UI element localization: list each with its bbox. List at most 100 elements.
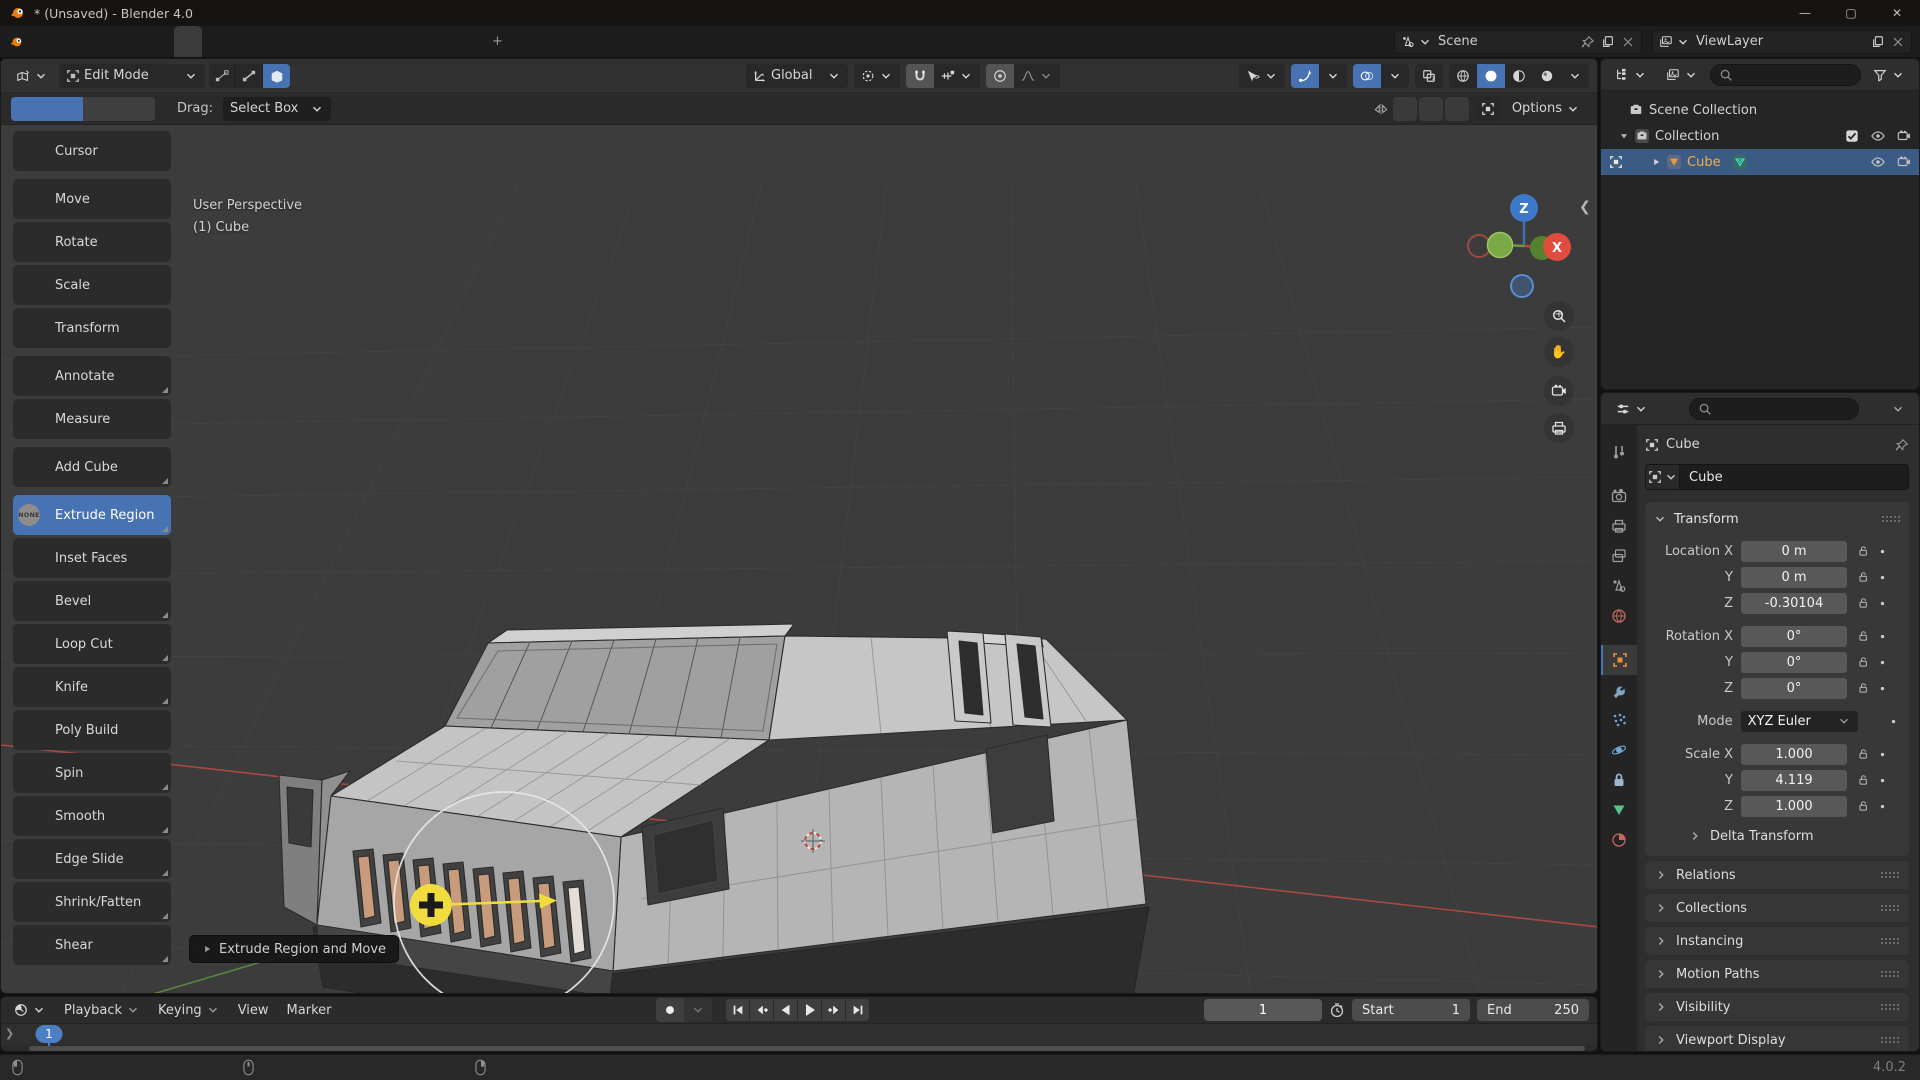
drag-grip-icon[interactable] — [1881, 514, 1901, 524]
tab-physics[interactable] — [1601, 735, 1637, 765]
jump-to-end-button[interactable] — [846, 999, 869, 1021]
navigation-gizmo[interactable]: X Z — [1453, 187, 1598, 447]
outliner-row-collection[interactable]: Collection — [1601, 123, 1919, 149]
disclosure-right-icon[interactable] — [1651, 157, 1661, 167]
remove-viewlayer-icon[interactable] — [1891, 35, 1905, 49]
mirror-axis-toggle[interactable] — [1419, 97, 1443, 121]
show-object-types-dropdown[interactable] — [1239, 64, 1285, 88]
eye-icon[interactable] — [1871, 155, 1885, 169]
eye-icon[interactable] — [1871, 129, 1885, 143]
value-field[interactable]: 4.119 — [1741, 770, 1847, 791]
operator-panel[interactable]: Extrude Region and Move — [189, 935, 399, 963]
tool-button[interactable]: Move — [13, 179, 171, 219]
tab-render[interactable] — [1601, 481, 1637, 511]
properties-section[interactable]: Collections — [1645, 894, 1909, 922]
animate-dot[interactable] — [1874, 658, 1890, 667]
tab-view-layer[interactable] — [1601, 541, 1637, 571]
tool-button[interactable]: Rotate — [13, 222, 171, 262]
outliner-display-mode-button[interactable] — [1659, 63, 1705, 87]
tool-button[interactable]: Shrink/Fatten — [13, 882, 171, 922]
value-field[interactable]: 0 m — [1741, 567, 1847, 588]
workspace-tab[interactable] — [174, 26, 202, 57]
zoom-button[interactable]: + — [1544, 301, 1574, 331]
vertex-select-button[interactable] — [209, 64, 236, 88]
viewport-menu[interactable] — [294, 64, 312, 88]
tab-object-data[interactable] — [1601, 795, 1637, 825]
shading-rendered-button[interactable] — [1533, 64, 1561, 88]
camera-icon[interactable] — [1897, 129, 1911, 143]
editor-type-button[interactable] — [9, 64, 55, 88]
snap-toggle[interactable] — [906, 64, 934, 88]
keying-dropdown[interactable] — [684, 998, 712, 1022]
lock-icon[interactable] — [1854, 800, 1872, 812]
value-field[interactable]: 0° — [1741, 626, 1847, 647]
tool-button[interactable]: Poly Build — [13, 710, 171, 750]
next-keyframe-button[interactable] — [822, 999, 845, 1021]
snap-settings-dropdown[interactable] — [934, 64, 980, 88]
tool-button[interactable]: Inset Faces — [13, 538, 171, 578]
pivot-dropdown[interactable] — [854, 64, 900, 88]
outliner-row-scene-collection[interactable]: Scene Collection — [1601, 97, 1919, 123]
mode-dropdown[interactable]: Edit Mode — [59, 64, 205, 88]
current-frame-field[interactable]: 1 — [1204, 999, 1322, 1021]
add-workspace-button[interactable]: + — [482, 34, 513, 49]
pin-icon[interactable] — [1581, 35, 1595, 49]
timeline-ruler[interactable]: 1 ❯ — [1, 1024, 1597, 1045]
scene-selector[interactable]: Scene — [1394, 30, 1642, 54]
timeline-menu[interactable]: Keying — [149, 998, 229, 1022]
animate-dot[interactable] — [1874, 776, 1890, 785]
overlays-toggle[interactable] — [1353, 64, 1381, 88]
lock-icon[interactable] — [1854, 545, 1872, 557]
tab-scene[interactable] — [1601, 571, 1637, 601]
animate-dot[interactable] — [1874, 632, 1890, 641]
lock-icon[interactable] — [1854, 656, 1872, 668]
blender-menu-icon[interactable] — [8, 35, 26, 49]
tab-world[interactable] — [1601, 601, 1637, 631]
lock-icon[interactable] — [1854, 774, 1872, 786]
jump-to-start-button[interactable] — [726, 999, 749, 1021]
timeline-menu[interactable]: Marker — [278, 998, 341, 1022]
workspace-tab[interactable] — [398, 26, 426, 57]
shading-material-button[interactable] — [1505, 64, 1533, 88]
previous-keyframe-button[interactable] — [750, 999, 773, 1021]
mirror-axis-toggle[interactable] — [1393, 97, 1417, 121]
properties-section[interactable]: Visibility — [1645, 993, 1909, 1021]
snap-extra-button[interactable] — [1474, 97, 1500, 121]
properties-section[interactable]: Instancing — [1645, 927, 1909, 955]
workspace-tab[interactable] — [426, 26, 454, 57]
play-reverse-button[interactable] — [774, 999, 797, 1021]
unlink-scene-icon[interactable] — [1621, 35, 1635, 49]
tab-object[interactable] — [1601, 645, 1637, 675]
properties-section[interactable]: Viewport Display — [1645, 1026, 1909, 1052]
viewlayer-selector[interactable]: ViewLayer — [1652, 30, 1912, 54]
tab-output[interactable] — [1601, 511, 1637, 541]
edge-select-button[interactable] — [236, 64, 263, 88]
shading-wireframe-button[interactable] — [1449, 64, 1477, 88]
camera-icon[interactable] — [1897, 155, 1911, 169]
outliner-filter-button[interactable] — [1866, 63, 1912, 87]
tool-button[interactable]: Edge Slide — [13, 839, 171, 879]
animate-dot[interactable] — [1874, 750, 1890, 759]
tab-particles[interactable] — [1601, 705, 1637, 735]
outliner-search-input[interactable] — [1710, 64, 1861, 86]
workspace-tab[interactable] — [230, 26, 258, 57]
animate-dot[interactable] — [1874, 547, 1890, 556]
animate-dot[interactable] — [1874, 599, 1890, 608]
workspace-tab[interactable] — [454, 26, 482, 57]
gizmos-toggle[interactable] — [1291, 64, 1319, 88]
value-field[interactable]: -0.30104 — [1741, 593, 1847, 614]
rotation-mode-dropdown[interactable]: XYZ Euler — [1741, 711, 1858, 732]
sidebar-toggle-icon[interactable]: ❮ — [1579, 199, 1591, 215]
viewlayer-name[interactable]: ViewLayer — [1696, 34, 1865, 49]
workspace-tab[interactable] — [202, 26, 230, 57]
animate-dot[interactable] — [1874, 684, 1890, 693]
animate-dot[interactable] — [1885, 717, 1901, 726]
camera-view-button[interactable] — [1544, 376, 1574, 406]
tool-button[interactable]: Transform — [13, 308, 171, 348]
tool-button[interactable]: Cursor — [13, 131, 171, 171]
scene-name[interactable]: Scene — [1438, 34, 1575, 49]
properties-search-input[interactable] — [1689, 398, 1859, 420]
timeline-menu[interactable]: Playback — [55, 998, 149, 1022]
new-viewlayer-icon[interactable] — [1871, 35, 1885, 49]
transform-panel-header[interactable]: Transform — [1653, 508, 1901, 530]
